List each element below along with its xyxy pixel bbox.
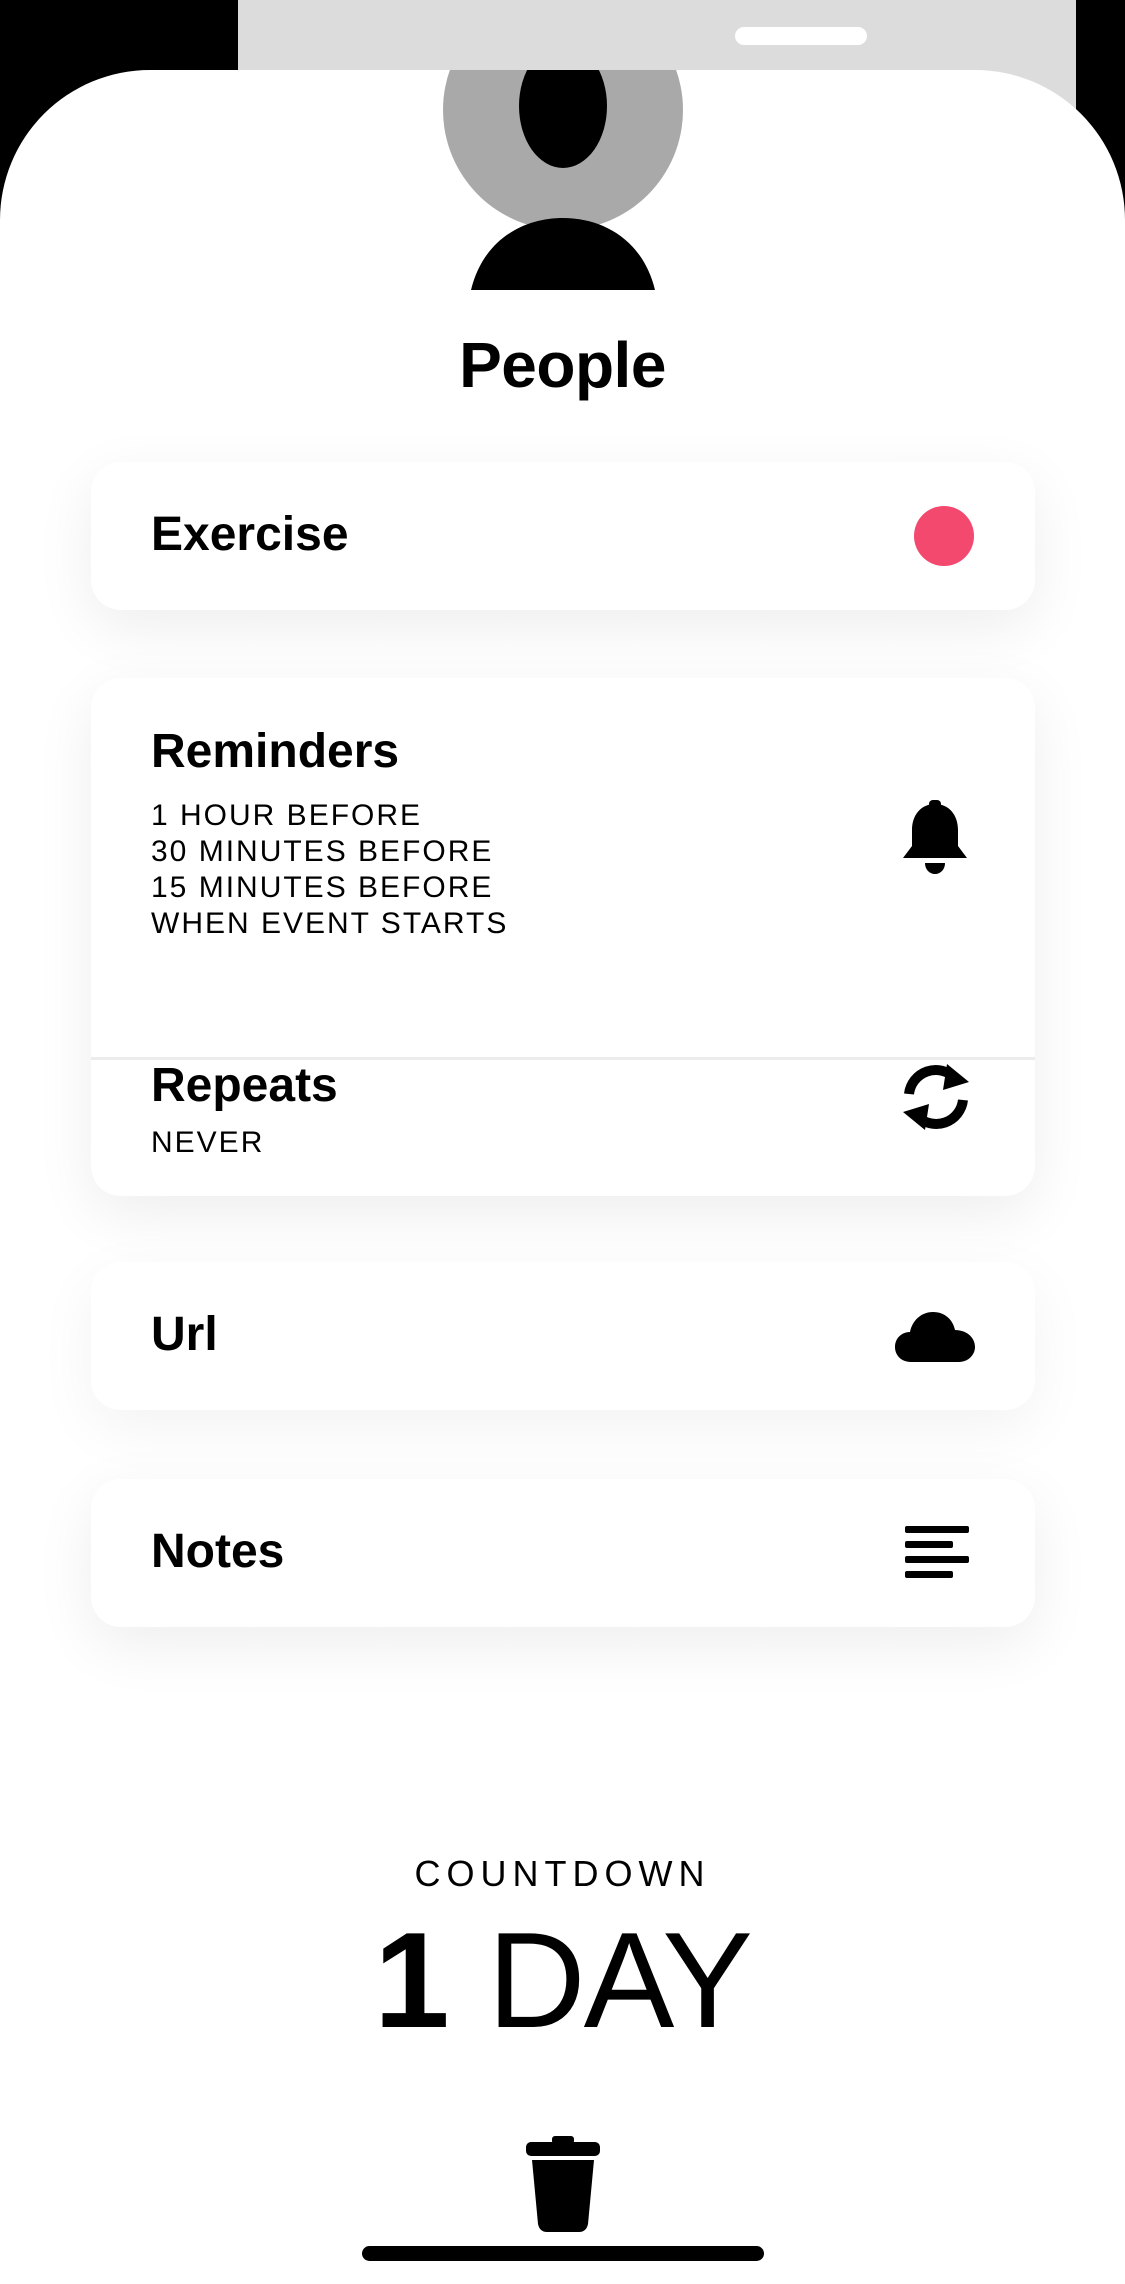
reminders-row[interactable]: Reminders 1 HOUR BEFORE 30 MINUTES BEFOR… [91, 678, 1035, 990]
reminder-option: 1 HOUR BEFORE [151, 799, 423, 832]
sheet-grabber[interactable] [735, 27, 867, 45]
countdown-number: 1 [374, 1904, 450, 2056]
calendar-label: Exercise [151, 508, 349, 561]
page-title: People [459, 329, 666, 401]
person-placeholder-icon[interactable] [443, 70, 683, 303]
reminder-option: 30 MINUTES BEFORE [151, 835, 494, 868]
text-align-icon [905, 1526, 969, 1585]
notes-label: Notes [151, 1525, 285, 1578]
home-indicator [362, 2246, 764, 2261]
reminder-option: WHEN EVENT STARTS [151, 907, 509, 940]
repeats-row[interactable]: Repeats NEVER [91, 1059, 1035, 1196]
repeat-icon [897, 1060, 975, 1139]
url-label: Url [151, 1308, 218, 1361]
reminders-label: Reminders [151, 725, 400, 778]
trash-icon[interactable] [524, 2136, 602, 2237]
bell-icon [898, 800, 972, 881]
countdown-label: COUNTDOWN [414, 1853, 711, 1894]
reminder-option: 15 MINUTES BEFORE [151, 871, 494, 904]
notes-row[interactable]: Notes [91, 1479, 1035, 1627]
url-row[interactable]: Url [91, 1262, 1035, 1410]
alerts-card: Reminders 1 HOUR BEFORE 30 MINUTES BEFOR… [91, 678, 1035, 1196]
screen: People Exercise Reminders 1 HOUR BEFORE … [0, 0, 1125, 2284]
calendar-row[interactable]: Exercise [91, 462, 1035, 610]
event-detail-sheet: People Exercise Reminders 1 HOUR BEFORE … [0, 70, 1125, 2284]
cloud-icon [895, 1310, 975, 1367]
countdown-unit: DAY [487, 1904, 753, 2056]
countdown-value: 1 DAY [0, 1905, 1125, 2055]
repeats-label: Repeats [151, 1059, 338, 1112]
calendar-color-dot-icon [914, 506, 974, 566]
repeats-value: NEVER [151, 1126, 265, 1159]
